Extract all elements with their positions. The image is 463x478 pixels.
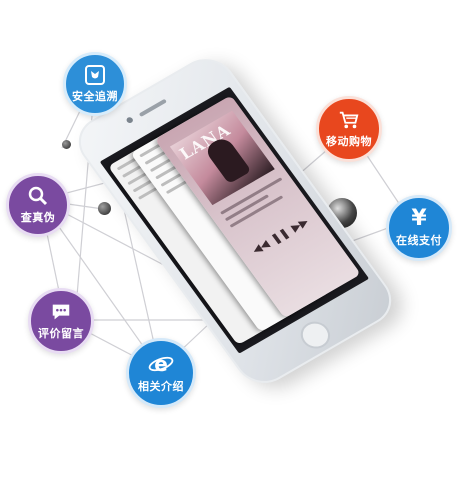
- feature-network-illustration: LANA ◀◀ ❚❚ ▶▶ 安全追溯 移动购物 查真伪 ¥ 在线支付 评价留言 …: [0, 0, 463, 478]
- previous-icon: ◀◀: [249, 237, 272, 257]
- feature-label: 安全追溯: [72, 90, 118, 103]
- feature-label: 评价留言: [38, 327, 84, 340]
- shopping-cart-icon: [338, 109, 360, 131]
- feature-node-review[interactable]: 评价留言: [28, 288, 94, 354]
- feature-label: 查真伪: [20, 211, 56, 224]
- home-button: [295, 316, 336, 354]
- feature-node-trace[interactable]: 安全追溯: [63, 52, 127, 116]
- speaker-grille: [138, 98, 168, 118]
- feature-node-shopping[interactable]: 移动购物: [316, 96, 382, 162]
- magnifier-icon: [27, 185, 49, 207]
- shield-tulip-icon: [84, 64, 106, 86]
- next-icon: ▶▶: [288, 215, 311, 235]
- decorative-ball: [98, 202, 111, 215]
- feature-node-payment[interactable]: ¥ 在线支付: [386, 195, 452, 261]
- feature-label: 在线支付: [396, 234, 442, 247]
- pause-icon: ❚❚: [268, 225, 293, 246]
- feature-node-verify[interactable]: 查真伪: [6, 173, 70, 237]
- yen-icon: ¥: [411, 206, 427, 231]
- camera-icon: [125, 116, 135, 125]
- feature-label: 相关介绍: [138, 380, 184, 393]
- feature-label: 移动购物: [326, 135, 372, 148]
- svg-text:e: e: [154, 352, 168, 376]
- internet-explorer-icon: e: [148, 352, 174, 376]
- decorative-ball: [62, 140, 71, 149]
- chat-bubble-icon: [50, 301, 72, 323]
- feature-node-intro[interactable]: e 相关介绍: [126, 338, 196, 408]
